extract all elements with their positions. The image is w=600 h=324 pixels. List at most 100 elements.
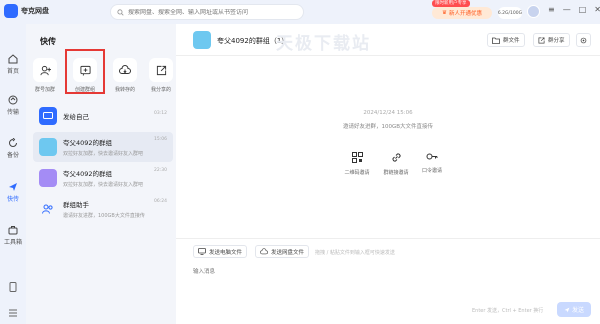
nav-item-home[interactable]: 首页 <box>0 54 26 75</box>
group-avatar <box>39 138 57 156</box>
invite-label: 群链接邀请 <box>383 170 409 176</box>
drop-hint: 拖拽 / 粘贴文件到输入框可快速发送 <box>315 250 395 256</box>
my-shared-button[interactable]: 我分享的 <box>143 58 179 93</box>
chat-name: 夸父4092的群组 <box>63 170 113 178</box>
quark-logo-icon <box>4 4 18 18</box>
transfer-icon <box>8 95 18 105</box>
share-icon <box>156 65 166 75</box>
create-group-highlight <box>65 49 105 94</box>
nav-label: 工具箱 <box>3 239 22 246</box>
send-label: 发送 <box>571 307 584 314</box>
maximize-icon[interactable]: □ <box>579 5 587 14</box>
chat-pane: 夸父4092的群组（1） 天极下载站 群文件 群分享 2024/12/24 15… <box>176 24 600 324</box>
chat-preview: 双拉好友加群，快去邀请好友入群吧 <box>63 182 144 188</box>
close-icon[interactable]: ✕ <box>594 5 600 14</box>
menu-icon[interactable]: ≡ <box>548 5 555 14</box>
home-icon <box>8 54 18 64</box>
chat-meta: 夸父4092的群组 15:06 双拉好友加群，快去邀请好友入群吧 <box>63 137 173 157</box>
cloud-icon <box>260 248 268 255</box>
action-label: 群号加群 <box>34 87 55 93</box>
chat-row: 夸父4092的群组 22:30 <box>63 168 173 178</box>
action-label: 我转存的 <box>114 87 135 93</box>
nav-item-toolbox[interactable]: 工具箱 <box>0 225 26 246</box>
shared-button-box <box>149 58 173 82</box>
storage-indicator[interactable]: 6.2G/100G <box>498 7 522 19</box>
my-saved-button[interactable]: 我转存的 <box>107 58 143 93</box>
monitor-icon <box>39 107 57 125</box>
chat-meta: 夸父4092的群组 22:30 双拉好友加群，快去邀请好友入群吧 <box>63 168 173 188</box>
toolbox-icon <box>8 226 18 235</box>
promo-button[interactable]: ♛ 新人开通优惠 <box>432 7 492 19</box>
passcode-invite-button[interactable]: 口令邀请 <box>412 152 452 174</box>
chat-row: 发给自己 03:12 <box>63 111 173 121</box>
join-by-number-button[interactable]: 群号加群 <box>27 58 63 93</box>
action-label: 我分享的 <box>150 87 171 93</box>
message-input[interactable] <box>193 265 573 279</box>
watermark: 天极下载站 <box>276 34 371 54</box>
group-settings-button[interactable] <box>576 33 591 47</box>
window-controls: ≡ — □ ✕ <box>548 5 600 14</box>
nav-label: 快传 <box>6 196 19 203</box>
add-user-icon <box>39 65 51 75</box>
chat-time: 22:30 <box>154 168 167 173</box>
chat-meta: 群组助手 06:24 邀请好友进群，100GB大文件直接传 <box>63 199 173 219</box>
chat-item-group-2[interactable]: 夸父4092的群组 22:30 双拉好友加群，快去邀请好友入群吧 <box>33 163 173 193</box>
group-share-label: 群分享 <box>548 38 565 44</box>
chat-name: 发给自己 <box>63 113 89 121</box>
panel-title: 快传 <box>40 37 56 46</box>
chat-time: 03:12 <box>154 111 167 116</box>
avatar[interactable] <box>527 5 540 18</box>
nav-item-transfer[interactable]: 传输 <box>0 95 26 116</box>
nav-item-settings[interactable] <box>0 309 26 317</box>
nav-item-quick-transfer[interactable]: 快传 <box>0 182 26 203</box>
message-timestamp: 2024/12/24 15:06 <box>363 110 413 116</box>
key-icon <box>426 153 438 160</box>
crown-icon: ♛ <box>442 10 447 16</box>
send-drive-file-button[interactable]: 发送网盘文件 <box>255 245 310 258</box>
send-drive-file-label: 发送网盘文件 <box>271 249 305 256</box>
folder-icon <box>492 37 500 44</box>
app-name: 夸克网盘 <box>21 7 49 15</box>
backup-icon <box>9 138 17 147</box>
group-share-button[interactable]: 群分享 <box>533 33 570 47</box>
chat-item-self[interactable]: 发给自己 03:12 <box>33 101 173 131</box>
title-bar: 夸克网盘 限时新用户专享 ♛ 新人开通优惠 6.2G/100G ≡ — □ ✕ <box>0 0 600 24</box>
chat-item-group-assistant[interactable]: 群组助手 06:24 邀请好友进群，100GB大文件直接传 <box>33 194 173 224</box>
search-icon <box>117 8 124 16</box>
nav-item-phone[interactable] <box>0 282 26 292</box>
invite-label: 二维码邀请 <box>344 170 370 176</box>
search-input[interactable] <box>128 8 298 16</box>
send-pc-file-label: 发送电脑文件 <box>209 249 243 256</box>
invite-label: 口令邀请 <box>421 168 442 174</box>
message-composer: 发送电脑文件 发送网盘文件 拖拽 / 粘贴文件到输入框可快速发送 Enter 发… <box>176 238 600 324</box>
chat-preview: 双拉好友加群，快去邀请好友入群吧 <box>63 151 144 157</box>
chat-name: 群组助手 <box>63 201 89 209</box>
nav-item-backup[interactable]: 备份 <box>0 138 26 159</box>
group-files-label: 群文件 <box>503 38 520 44</box>
chat-item-group-1[interactable]: 夸父4092的群组 15:06 双拉好友加群，快去邀请好友入群吧 <box>33 132 173 162</box>
send-shortcut-hint: Enter 发送，Ctrl + Enter 换行 <box>472 308 544 314</box>
link-icon <box>391 153 401 162</box>
phone-icon <box>9 282 17 292</box>
cloud-icon <box>119 65 131 74</box>
search-box[interactable] <box>110 4 304 20</box>
send-pc-file-button[interactable]: 发送电脑文件 <box>193 245 248 258</box>
send-icon <box>9 183 17 191</box>
gear-icon <box>580 37 587 43</box>
link-invite-button[interactable]: 群链接邀请 <box>376 152 416 176</box>
group-avatar <box>39 169 57 187</box>
group-assistant-icon <box>39 200 57 218</box>
nav-label: 备份 <box>6 152 19 159</box>
chat-time: 15:06 <box>154 137 167 142</box>
group-avatar[interactable] <box>193 31 211 49</box>
send-button[interactable]: 发送 <box>557 302 591 317</box>
nav-label: 传输 <box>6 109 19 116</box>
chat-header: 夸父4092的群组（1） 天极下载站 群文件 群分享 <box>176 24 600 56</box>
join-button-box <box>33 58 57 82</box>
saved-button-box <box>113 58 137 82</box>
minimize-icon[interactable]: — <box>563 5 571 14</box>
qr-code-icon <box>351 152 363 163</box>
group-files-button[interactable]: 群文件 <box>487 33 525 47</box>
qr-invite-button[interactable]: 二维码邀请 <box>337 152 377 176</box>
promo-label: 新人开通优惠 <box>448 11 482 17</box>
